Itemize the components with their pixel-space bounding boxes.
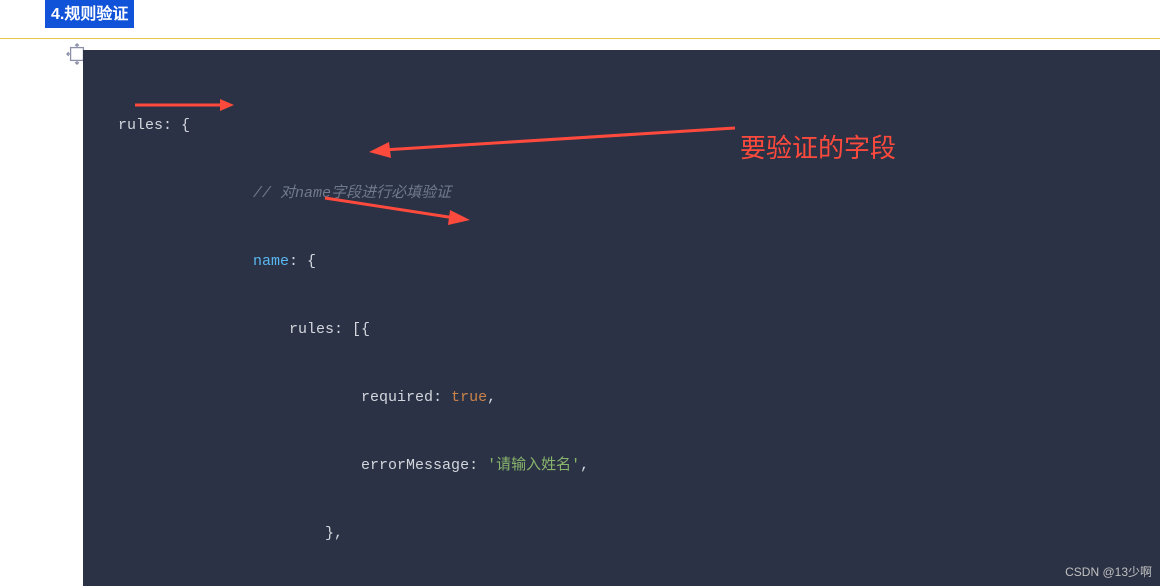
- code-line: name: {: [83, 245, 1160, 279]
- code-line: },: [83, 517, 1160, 551]
- code-line: errorMessage: '请输入姓名',: [83, 449, 1160, 483]
- code-line: rules: {: [83, 109, 1160, 143]
- code-line: rules: [{: [83, 313, 1160, 347]
- watermark: CSDN @13少啊: [1065, 563, 1152, 580]
- code-line: // 对name字段进行必填验证: [83, 177, 1160, 211]
- divider: [0, 38, 1160, 39]
- code-block: rules: { // 对name字段进行必填验证 name: { rules:…: [83, 50, 1160, 586]
- section-heading: 4.规则验证: [45, 0, 134, 28]
- annotation-label: 要验证的字段: [740, 128, 896, 165]
- code-line: required: true,: [83, 381, 1160, 415]
